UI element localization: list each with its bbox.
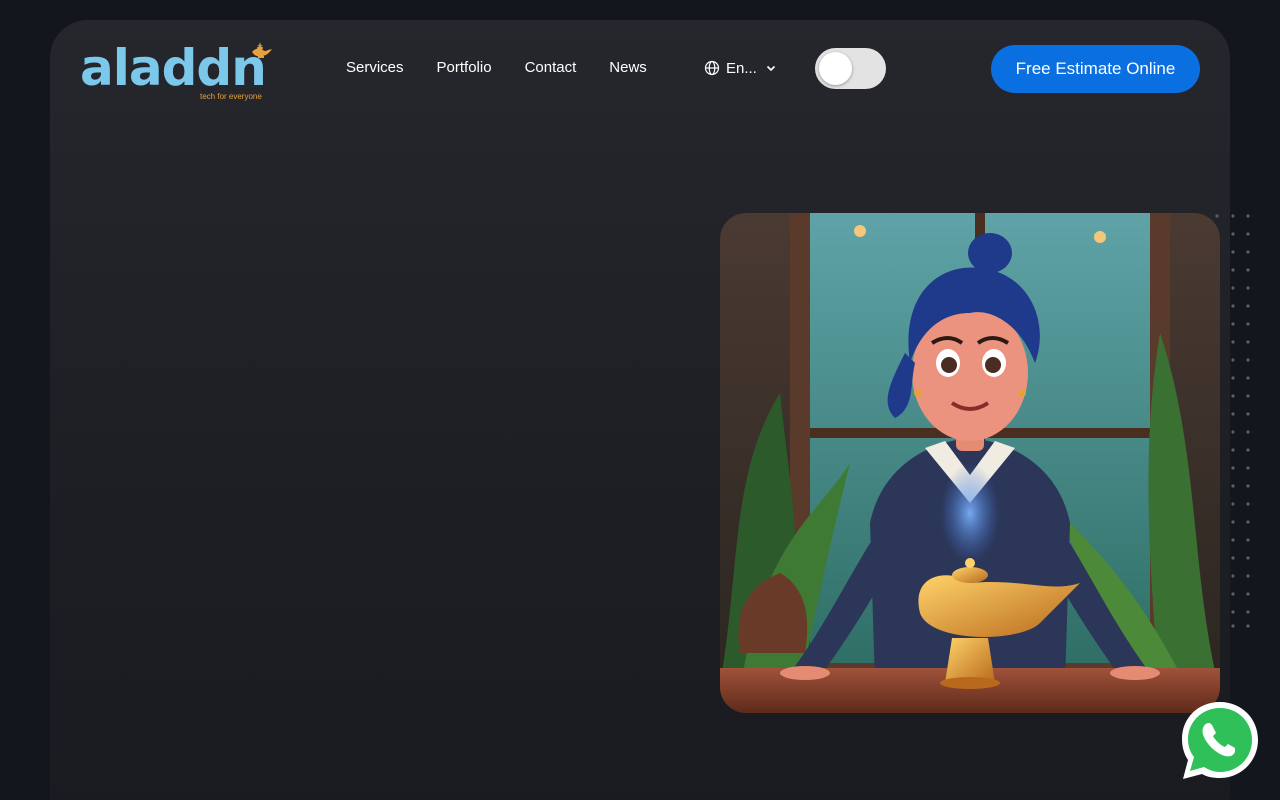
nav-item-services[interactable]: Services (346, 58, 404, 78)
nav-item-portfolio[interactable]: Portfolio (437, 58, 492, 78)
hero-illustration (720, 213, 1220, 713)
whatsapp-icon[interactable] (1180, 700, 1260, 782)
globe-icon (704, 60, 720, 76)
magic-lamp-icon (252, 42, 272, 58)
main-nav: Services Portfolio Contact News (346, 58, 680, 78)
nav-item-news[interactable]: News (609, 58, 647, 78)
dot-pattern-decoration (1215, 214, 1250, 628)
site-header: aladdn tech for everyone Services Portfo… (50, 20, 1230, 120)
language-value: En... (726, 59, 757, 77)
language-selector[interactable]: En... (704, 58, 777, 78)
page-frame: aladdn tech for everyone Services Portfo… (50, 20, 1230, 800)
free-estimate-button[interactable]: Free Estimate Online (991, 45, 1200, 93)
theme-toggle[interactable] (815, 48, 886, 89)
logo-wordmark: aladdn (80, 39, 267, 97)
nav-item-contact[interactable]: Contact (525, 58, 577, 78)
logo[interactable]: aladdn tech for everyone (80, 42, 275, 104)
logo-tagline: tech for everyone (200, 92, 262, 101)
toggle-knob (819, 52, 852, 85)
chevron-down-icon (766, 65, 775, 72)
